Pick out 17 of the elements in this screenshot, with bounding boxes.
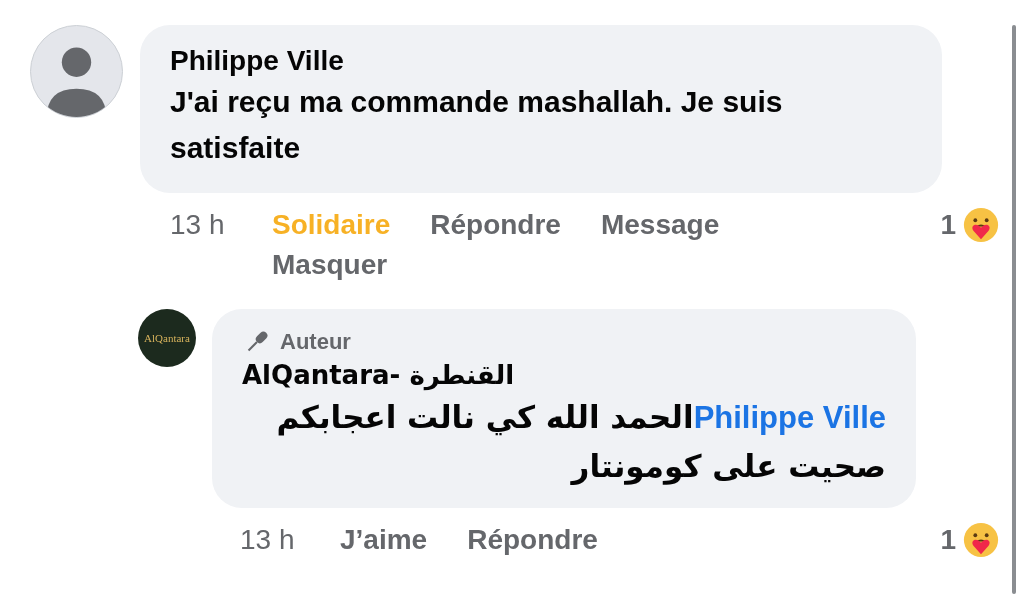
action-link[interactable]: Message <box>600 205 720 245</box>
action-link[interactable]: Répondre <box>430 205 561 245</box>
timestamp: 13 h <box>239 523 296 557</box>
care-reaction-icon <box>962 206 1000 244</box>
author-name[interactable]: Philippe Ville <box>170 43 912 79</box>
reaction-count: 1 <box>940 208 956 242</box>
author-label: Auteur <box>280 328 351 356</box>
reaction-button[interactable]: J’aime <box>340 520 428 560</box>
action-link[interactable]: Répondre <box>467 520 598 560</box>
action-link[interactable]: Masquer <box>272 245 388 285</box>
timestamp: 13 h <box>169 208 226 242</box>
author-name[interactable]: AlQantara- القنطرة <box>242 357 886 393</box>
mention-link[interactable]: Philippe Ville <box>693 400 886 435</box>
page-logo[interactable]: AlQantara <box>138 309 196 367</box>
care-reaction-icon <box>962 521 1000 559</box>
comment-text: J'ai reçu ma commande mashallah. Je suis satisfaite <box>170 84 784 166</box>
reaction-count: 1 <box>940 523 956 557</box>
